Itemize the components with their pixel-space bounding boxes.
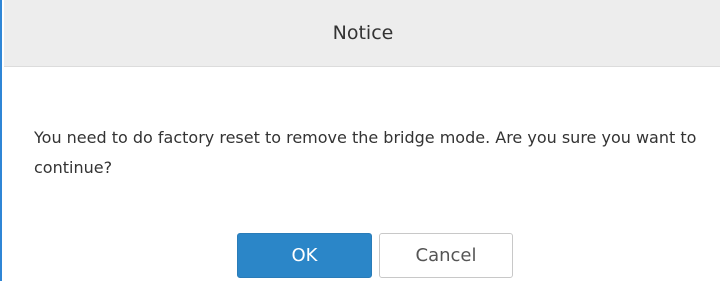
notice-dialog: Notice You need to do factory reset to r… — [0, 0, 720, 281]
dialog-header: Notice — [4, 0, 720, 67]
dialog-message: You need to do factory reset to remove t… — [34, 128, 697, 177]
dialog-title: Notice — [332, 22, 394, 44]
ok-button[interactable]: OK — [237, 233, 372, 278]
cancel-button[interactable]: Cancel — [379, 233, 513, 278]
